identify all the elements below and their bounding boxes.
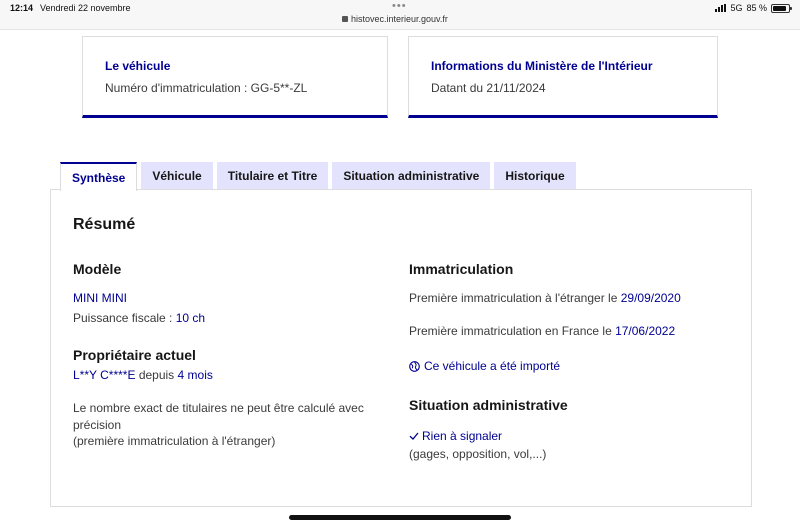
ministry-card: Informations du Ministère de l'Intérieur…: [408, 36, 718, 118]
battery-icon: [771, 3, 792, 13]
imported-link[interactable]: Ce véhicule a été importé: [409, 358, 560, 374]
admin-heading: Situation administrative: [409, 397, 568, 413]
summary-title: Résumé: [73, 216, 136, 233]
france-registration-label: Première immatriculation en France le: [409, 324, 616, 338]
globe-icon: [409, 360, 420, 372]
tab-vehicule[interactable]: Véhicule: [141, 162, 213, 190]
battery-percent: 85 %: [746, 3, 767, 13]
tab-synthese[interactable]: Synthèse: [60, 162, 138, 191]
address-url: histovec.interieur.gouv.fr: [351, 14, 448, 24]
owner-since-label: depuis: [135, 368, 178, 382]
owner-note-line1: Le nombre exact de titulaires ne peut êt…: [73, 401, 364, 415]
france-registration-date: 17/06/2022: [615, 324, 676, 338]
imported-label: Ce véhicule a été importé: [424, 359, 561, 373]
status-bar: 12:14 Vendredi 22 novembre ••• histovec.…: [0, 0, 800, 30]
home-indicator[interactable]: [289, 515, 511, 520]
owner-note-line3: (première immatriculation à l'étranger): [73, 434, 276, 448]
fiscal-power: Puissance fiscale : 10 ch: [73, 310, 205, 326]
vehicle-card: Le véhicule Numéro d'immatriculation : G…: [82, 36, 388, 118]
tab-list: Synthèse Véhicule Titulaire et Titre Sit…: [60, 162, 576, 191]
admin-status[interactable]: Rien à signaler: [409, 428, 502, 444]
registration-heading: Immatriculation: [409, 261, 514, 277]
foreign-registration-label: Première immatriculation à l'étranger le: [409, 291, 621, 305]
vehicle-card-title: Le véhicule: [105, 59, 171, 73]
tab-panel-synthese: Résumé Modèle MINI MINI Puissance fiscal…: [50, 189, 752, 507]
foreign-registration-date: 29/09/2020: [620, 291, 681, 305]
battery-level: [773, 5, 786, 11]
signal-icon: [715, 4, 727, 12]
admin-detail: (gages, opposition, vol,...): [409, 447, 547, 461]
fiscal-power-value: 10 ch: [175, 311, 206, 325]
lock-icon: [342, 16, 348, 22]
owner-name: L**Y C****E: [73, 368, 136, 382]
tab-overview-dots[interactable]: •••: [392, 0, 407, 12]
model-heading: Modèle: [73, 261, 122, 277]
foreign-registration: Première immatriculation à l'étranger le…: [409, 290, 681, 306]
model-name: MINI MINI: [73, 291, 127, 305]
owner-line: L**Y C****E depuis 4 mois: [73, 367, 213, 383]
network-type: 5G: [730, 3, 743, 13]
address-bar[interactable]: histovec.interieur.gouv.fr: [342, 14, 448, 24]
status-date: Vendredi 22 novembre: [40, 3, 131, 13]
tab-historique[interactable]: Historique: [494, 162, 576, 190]
fiscal-power-label: Puissance fiscale :: [73, 311, 176, 325]
owner-note-line2: précision: [73, 418, 122, 432]
status-time: 12:14: [10, 3, 34, 13]
registration-number: Numéro d'immatriculation : GG-5**-ZL: [105, 81, 308, 95]
owner-heading: Propriétaire actuel: [73, 347, 196, 363]
france-registration: Première immatriculation en France le 17…: [409, 323, 675, 339]
status-indicators: 5G 85 %: [715, 3, 792, 13]
owner-since-value: 4 mois: [177, 368, 213, 382]
admin-status-label: Rien à signaler: [422, 429, 503, 443]
tab-titulaire-titre[interactable]: Titulaire et Titre: [216, 162, 329, 190]
ministry-date: Datant du 21/11/2024: [431, 81, 546, 95]
check-icon: [409, 431, 419, 441]
ministry-card-title: Informations du Ministère de l'Intérieur: [431, 59, 653, 73]
tab-situation-administrative[interactable]: Situation administrative: [332, 162, 491, 190]
